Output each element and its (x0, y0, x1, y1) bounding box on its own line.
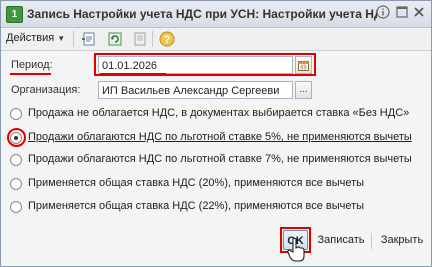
close-icon[interactable] (411, 5, 426, 20)
app-icon: 1 (6, 6, 23, 23)
refresh-icon[interactable] (107, 31, 123, 47)
toolbar-divider (73, 31, 74, 47)
help-icon[interactable]: ? (159, 31, 175, 47)
button-divider (371, 233, 372, 249)
actions-menu[interactable]: Действия ▼ (6, 32, 65, 44)
radio-label: Продажа не облагается НДС, в документах … (28, 107, 410, 119)
dialog-window: 1 Запись Настройки учета НДС при УСН: На… (0, 0, 432, 267)
document-icon[interactable] (132, 31, 148, 47)
actions-menu-label: Действия (6, 32, 55, 44)
close-button[interactable]: Закрыть (377, 230, 427, 250)
toolbar-divider (152, 31, 153, 47)
hand-cursor-icon (287, 237, 305, 262)
annotation-box (94, 53, 316, 76)
title-bar: 1 Запись Настройки учета НДС при УСН: На… (1, 1, 431, 28)
maximize-icon[interactable] (394, 5, 409, 20)
annotation-underline (10, 73, 51, 75)
toolbar: Действия ▼ ? (1, 28, 431, 51)
select-organization-button[interactable]: ... (295, 81, 312, 99)
radio-label: Применяется общая ставка НДС (20%), прим… (28, 177, 365, 189)
organization-input[interactable]: ИП Васильев Александр Сергееви (98, 81, 293, 99)
radio-label: Продажи облагаются НДС по льготной ставк… (28, 131, 412, 143)
radio-button[interactable] (10, 201, 22, 213)
post-document-icon[interactable] (81, 31, 97, 47)
annotation-circle (7, 128, 26, 147)
radio-button[interactable] (10, 108, 22, 120)
chevron-down-icon: ▼ (57, 34, 66, 43)
ellipsis-icon: ... (299, 84, 308, 95)
radio-label: Продажи облагаются НДС по льготной ставк… (28, 153, 412, 165)
info-icon[interactable] (375, 5, 390, 20)
window-title: Запись Настройки учета НДС при УСН: Наст… (27, 7, 377, 21)
save-button[interactable]: Записать (315, 230, 367, 250)
radio-button[interactable] (10, 154, 22, 166)
organization-label: Организация: (11, 84, 81, 96)
radio-label: Применяется общая ставка НДС (22%), прим… (28, 200, 365, 212)
radio-button[interactable] (10, 178, 22, 190)
svg-text:?: ? (164, 34, 171, 46)
period-label: Период: (11, 59, 53, 71)
